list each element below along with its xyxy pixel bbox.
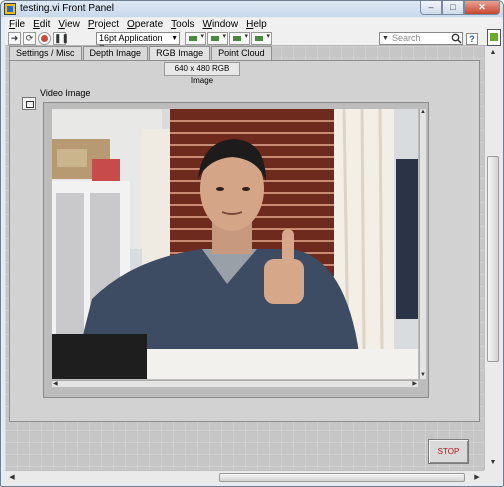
- align-objects-icon[interactable]: [185, 32, 206, 45]
- font-select[interactable]: 16pt Application Font▼: [96, 32, 180, 54]
- maximize-button[interactable]: □: [442, 1, 464, 15]
- minimize-button[interactable]: –: [420, 1, 442, 15]
- tab-point-cloud[interactable]: Point Cloud: [211, 46, 272, 60]
- webcam-image: [52, 109, 418, 379]
- window-title: testing.vi Front Panel: [20, 3, 114, 14]
- title-bar[interactable]: testing.vi Front Panel – □ ✕: [1, 1, 503, 17]
- abort-icon[interactable]: [38, 32, 51, 45]
- vertical-scroll-thumb[interactable]: [487, 156, 499, 362]
- scroll-up-arrow-icon[interactable]: ▲: [485, 46, 501, 60]
- video-image-label: Video Image: [40, 88, 91, 98]
- menu-file[interactable]: File: [5, 18, 29, 32]
- horizontal-scroll-thumb[interactable]: [219, 473, 465, 482]
- panel-horizontal-scrollbar[interactable]: ◀ ▶: [5, 470, 484, 484]
- run-arrow-icon[interactable]: ➜: [8, 32, 21, 45]
- tab-page-rgb-image: Video Image ▲ ▼ ◀ ▶: [9, 60, 480, 422]
- video-image-display[interactable]: ▲ ▼ ◀ ▶: [43, 102, 429, 398]
- toolbar: ➜ ⟳ ❚❚ 16pt Application Font▼ ▼Search ?: [5, 32, 501, 54]
- window-controls: – □ ✕: [420, 1, 500, 15]
- close-button[interactable]: ✕: [464, 1, 500, 15]
- vi-connector-icon[interactable]: [487, 29, 501, 46]
- tab-depth-image[interactable]: Depth Image: [82, 46, 149, 60]
- rgb-image-tooltip: 640 x 480 RGB Image: [164, 62, 240, 85]
- menu-edit[interactable]: Edit: [29, 18, 54, 32]
- tab-control: Settings / Misc Depth Image RGB Image Po…: [9, 46, 273, 61]
- menu-operate[interactable]: Operate: [123, 18, 167, 32]
- image-vertical-scrollbar[interactable]: ▲ ▼: [419, 109, 426, 379]
- menu-help[interactable]: Help: [242, 18, 271, 32]
- front-panel-window: testing.vi Front Panel – □ ✕ File Edit V…: [0, 0, 504, 487]
- reorder-icon[interactable]: [251, 32, 272, 45]
- tab-settings-misc[interactable]: Settings / Misc: [9, 46, 82, 60]
- menu-window[interactable]: Window: [199, 18, 243, 32]
- stop-button[interactable]: STOP: [428, 439, 469, 464]
- tab-rgb-image[interactable]: RGB Image: [149, 46, 211, 61]
- resize-objects-icon[interactable]: [229, 32, 250, 45]
- panel-vertical-scrollbar[interactable]: ▲ ▼: [484, 46, 501, 470]
- menu-bar: File Edit View Project Operate Tools Win…: [5, 18, 501, 32]
- search-icon[interactable]: [451, 33, 462, 44]
- pause-icon[interactable]: ❚❚: [53, 32, 69, 45]
- scroll-right-arrow-icon[interactable]: ▶: [470, 471, 484, 484]
- distribute-objects-icon[interactable]: [207, 32, 228, 45]
- resize-grip[interactable]: [484, 470, 501, 484]
- image-horizontal-scrollbar[interactable]: ◀ ▶: [52, 380, 418, 387]
- menu-tools[interactable]: Tools: [167, 18, 198, 32]
- context-help-icon[interactable]: ?: [466, 33, 478, 45]
- front-panel-canvas: Settings / Misc Depth Image RGB Image Po…: [5, 46, 484, 470]
- run-continuously-icon[interactable]: ⟳: [23, 32, 36, 45]
- scroll-left-arrow-icon[interactable]: ◀: [5, 471, 19, 484]
- menu-project[interactable]: Project: [84, 18, 123, 32]
- labview-vi-icon: [4, 3, 16, 15]
- image-palette-icon[interactable]: [22, 97, 36, 110]
- scroll-down-arrow-icon[interactable]: ▼: [485, 456, 501, 470]
- menu-view[interactable]: View: [54, 18, 84, 32]
